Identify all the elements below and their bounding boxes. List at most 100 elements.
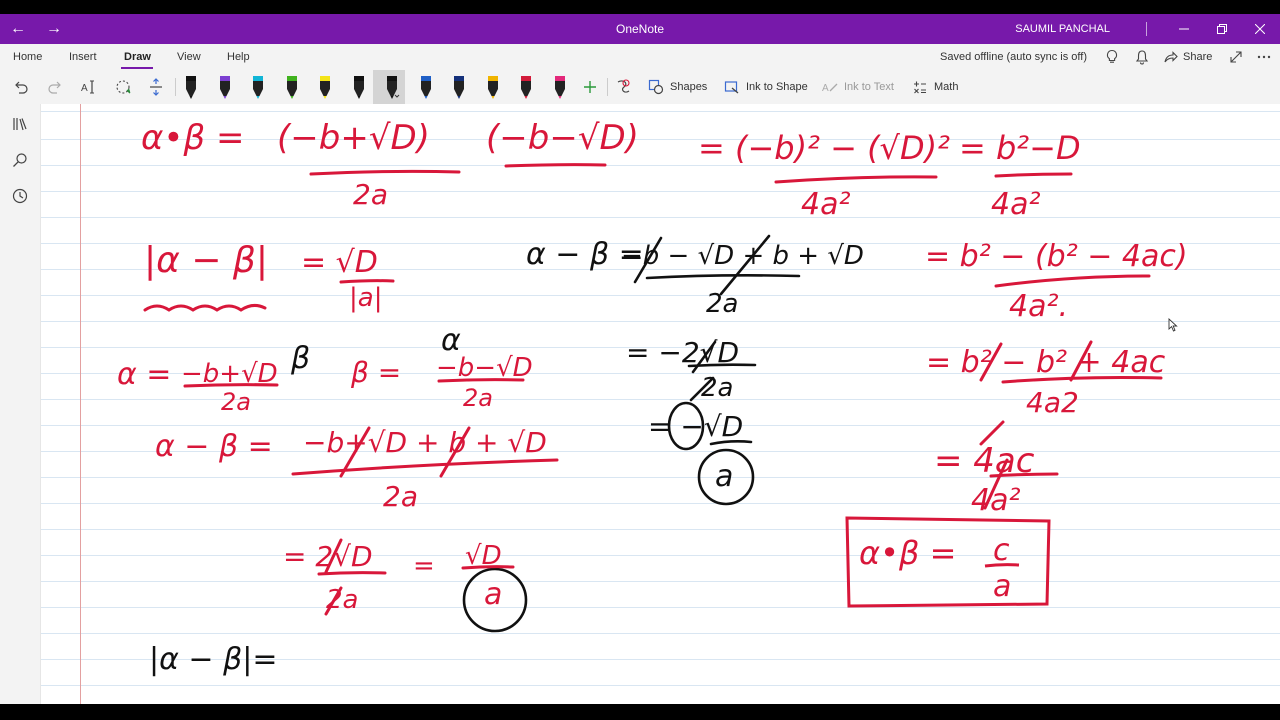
lasso-select-button[interactable] [112,70,134,104]
ink-alpha-2a: 2a [221,388,251,416]
fraction-bar [984,563,1020,568]
ink-alpha-dot-beta: α•β = [141,118,244,158]
fraction-bar [339,279,395,284]
pen-icon [353,76,364,99]
fraction-bar [183,383,279,388]
ink-replay-button[interactable] [612,70,634,104]
ink-b2-minus-d: = b²−D [959,129,1081,167]
lightbulb-icon[interactable] [1104,49,1120,65]
chevron-down-icon [394,94,400,98]
bell-icon[interactable] [1134,49,1150,65]
lasso-icon [116,80,131,94]
ink-4a2-row4: 4a² [971,483,1021,518]
pen-pink-pen[interactable] [549,70,571,104]
pen-cyan-pen[interactable] [247,70,269,104]
share-label: Share [1183,51,1213,63]
ink-to-shape-button[interactable]: Ink to Shape [724,70,814,104]
pen-gold-pen[interactable] [482,70,504,104]
math-label: Math [934,81,959,93]
user-name[interactable]: SAUMIL PANCHAL [1015,14,1110,44]
note-page[interactable]: α•β = (−b+√D) (−b−√D) 2a = (−b)² − (√D)²… [41,104,1280,704]
pen-navy-pen[interactable] [448,70,470,104]
fraction-bar [309,169,461,176]
redo-button[interactable] [44,70,66,104]
svg-text:A: A [81,83,88,94]
pen-icon [253,76,263,99]
ink-row-1-lines [309,163,1073,184]
notebooks-icon[interactable] [12,116,28,132]
arrow-right-icon: → [46,20,62,37]
math-icon [914,81,926,94]
minimize-button[interactable] [1165,14,1203,44]
toolbar-divider [175,78,176,96]
sync-status: Saved offline (auto sync is off) [940,51,1087,63]
pen-green-pen[interactable] [281,70,303,104]
recent-notes-icon[interactable] [12,188,28,204]
pen-yellow-highlighter[interactable] [314,70,336,104]
ink-to-shape-icon [724,81,739,94]
math-button[interactable]: Math [912,70,968,104]
pen-icon [320,76,330,99]
fraction-bar [317,571,387,576]
onenote-window: ← → OneNote SAUMIL PANCHAL Home Insert D… [0,14,1280,704]
active-tab-indicator [121,67,153,69]
ink-to-text-icon: A [822,83,838,94]
close-button[interactable] [1241,14,1279,44]
ink-denominator-4a2: 4a² [801,187,851,222]
restore-button[interactable] [1203,14,1241,44]
pen-icon [219,76,230,99]
pen-red-pen[interactable] [515,70,537,104]
ink-abs-a: |a| [349,283,382,313]
tab-insert[interactable]: Insert [69,44,97,70]
redo-icon [48,81,61,94]
ink-box-a: a [993,569,1011,604]
ink-b2-minus-paren: = b² − (b² − 4ac) [925,239,1188,274]
back-button[interactable]: ← [0,14,36,44]
forward-button[interactable]: → [36,14,72,44]
shapes-label: Shapes [670,81,708,93]
shapes-button[interactable]: Shapes [648,70,710,104]
ink-box-alpha-beta: α•β = [859,534,956,572]
fraction-bar [994,172,1073,178]
close-icon [1255,24,1265,34]
ink-canvas[interactable]: α•β = (−b+√D) (−b−√D) 2a = (−b)² − (√D)²… [41,104,1280,704]
pen-black-pen-2[interactable] [348,70,370,104]
toolbar-divider [607,78,608,96]
draw-toolbar: A Shapes Ink to Shape A Ink to Text Math [0,70,1280,105]
tab-help[interactable]: Help [227,44,250,70]
pen-icon [454,76,464,99]
ink-black-abs-alpha-minus-beta: |α − β|= [149,642,277,677]
share-icon [1164,51,1178,63]
pen-black-pen-selected[interactable] [381,70,403,104]
fraction-bar [774,175,938,184]
more-options-icon[interactable] [1256,49,1272,65]
pen-purple-pen[interactable] [214,70,236,104]
pen-black-pen[interactable] [180,70,202,104]
title-bar: ← → OneNote SAUMIL PANCHAL [0,14,1280,44]
pen-icon [554,76,565,99]
arrow-left-icon: ← [10,20,26,37]
result-box: α•β = c a [845,516,1051,608]
ink-to-text-button[interactable]: A Ink to Text [822,70,902,104]
add-space-button[interactable] [145,70,167,104]
navigation-rail [0,104,41,704]
ink-row5-equals: = [413,551,435,581]
pen-icon [286,76,297,99]
undo-button[interactable] [10,70,32,104]
tab-view[interactable]: View [177,44,201,70]
expand-icon[interactable] [1228,49,1244,65]
share-button[interactable]: Share [1164,44,1212,70]
fraction-bar [709,440,753,446]
ink-row5-2a: 2a [326,585,358,615]
type-select-button[interactable]: A [78,70,100,104]
fraction-bar [291,458,559,476]
pen-blue-pen[interactable] [415,70,437,104]
fraction-bar [645,274,801,280]
ink-row-4: α − β = −b+√D + b + √D 2a = 4ac 4a² [155,426,1035,518]
ink-sqrt-d: = √D [301,245,378,280]
ink-black-2a-struck: 2a [701,373,733,403]
search-icon[interactable] [12,152,28,168]
add-pen-button[interactable] [579,70,601,104]
tab-home[interactable]: Home [13,44,42,70]
ink-4a2-row3: 4a2 [1026,386,1079,419]
